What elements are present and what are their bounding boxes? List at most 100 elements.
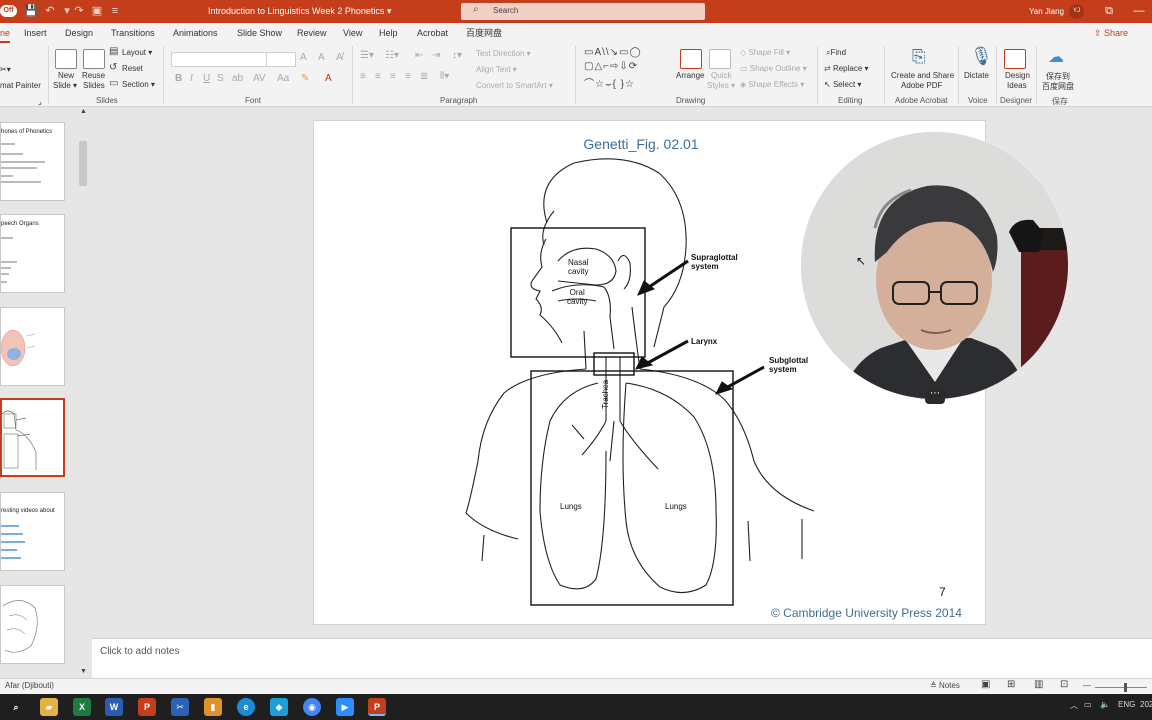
files-icon[interactable]: ▮ <box>204 698 222 716</box>
reuse-slides-icon[interactable] <box>83 49 105 69</box>
strikethrough-icon[interactable]: S <box>217 73 224 84</box>
slide-thumbnail-6[interactable]: peech Organs <box>0 214 65 293</box>
save-icon[interactable]: 💾 <box>24 4 38 18</box>
snipping-tool-icon[interactable]: ✂ <box>171 698 189 716</box>
zoom-slider[interactable] <box>1095 687 1147 688</box>
columns-icon[interactable]: ⫴▾ <box>440 71 449 82</box>
format-painter-button[interactable]: mat Painter <box>0 81 41 90</box>
clock[interactable]: 202 <box>1140 700 1152 709</box>
new-slide-label-1[interactable]: New <box>58 71 74 80</box>
align-right-icon[interactable]: ≡ <box>390 71 396 82</box>
find-button[interactable]: ⌕Find <box>826 48 846 58</box>
normal-view-icon[interactable]: ▣ <box>981 679 990 690</box>
clipboard-launcher-icon[interactable]: ⌟ <box>38 97 42 106</box>
word-icon[interactable]: W <box>105 698 123 716</box>
shapes-gallery-row2-icon[interactable]: ▢△⌐⇨⇩⟳ <box>584 61 638 72</box>
section-button[interactable]: Section ▾ <box>122 80 155 89</box>
select-button[interactable]: ↖ Select ▾ <box>824 80 861 89</box>
char-spacing-icon[interactable]: AV <box>253 73 266 84</box>
tab-slide-show[interactable]: Slide Show <box>237 23 282 43</box>
increase-indent-icon[interactable]: ⇥ <box>432 50 440 61</box>
redo-icon[interactable]: ↷ <box>72 4 86 18</box>
align-left-icon[interactable]: ≡ <box>360 71 366 82</box>
volume-icon[interactable]: 🔈 <box>1100 700 1110 709</box>
tab-help[interactable]: Help <box>379 23 398 43</box>
quick-styles-label-2[interactable]: Styles ▾ <box>707 81 735 90</box>
justify-icon[interactable]: ≡ <box>405 71 411 82</box>
shape-outline-button[interactable]: ▭ Shape Outline ▾ <box>740 64 807 73</box>
search-box[interactable]: ⌕ Search <box>461 3 705 20</box>
change-case-icon[interactable]: Aa <box>277 73 289 84</box>
tray-chevron-icon[interactable]: ︿ <box>1070 700 1078 711</box>
reuse-slides-label-1[interactable]: Reuse <box>82 71 105 80</box>
tab-review[interactable]: Review <box>297 23 327 43</box>
excel-icon[interactable]: X <box>73 698 91 716</box>
zoom-app-icon[interactable]: ▶ <box>336 698 354 716</box>
network-icon[interactable]: ▭ <box>1084 700 1092 709</box>
scroll-down-icon[interactable]: ▼ <box>80 668 87 675</box>
slide-thumbnail-10[interactable] <box>0 585 65 664</box>
decrease-font-icon[interactable]: A <box>318 52 325 63</box>
line-spacing-icon[interactable]: ↕▾ <box>452 50 462 61</box>
slide-thumbnail-8-selected[interactable] <box>0 398 65 477</box>
slide-sorter-icon[interactable]: ⊞ <box>1007 679 1015 690</box>
chrome-icon[interactable]: ◉ <box>303 698 321 716</box>
microphone-icon[interactable]: 🎙 <box>970 46 993 67</box>
font-size-input[interactable] <box>266 52 296 67</box>
tab-animations[interactable]: Animations <box>173 23 218 43</box>
shape-effects-button[interactable]: ◈ Shape Effects ▾ <box>740 80 804 89</box>
file-explorer-icon[interactable]: ▰ <box>40 698 58 716</box>
user-name[interactable]: Yan Jiang <box>1029 0 1064 23</box>
decrease-indent-icon[interactable]: ⇤ <box>415 50 423 61</box>
search-icon[interactable]: ⌕ <box>7 698 25 716</box>
minimize-icon[interactable]: — <box>1124 0 1152 23</box>
design-ideas-icon[interactable] <box>1004 49 1026 69</box>
underline-icon[interactable]: U <box>203 73 210 84</box>
replace-button[interactable]: ⇄ Replace ▾ <box>824 64 869 73</box>
create-pdf-label-2[interactable]: Adobe PDF <box>901 81 942 90</box>
bold-icon[interactable]: B <box>175 73 182 84</box>
customize-quick-access-icon[interactable]: ≡ <box>108 4 122 18</box>
italic-icon[interactable]: I <box>190 73 193 84</box>
clear-format-icon[interactable]: A̸ <box>336 52 343 63</box>
new-slide-label-2[interactable]: Slide ▾ <box>53 81 77 90</box>
powerpoint-active-icon[interactable]: P <box>368 698 386 716</box>
arrange-icon[interactable] <box>680 49 702 69</box>
zoom-out-icon[interactable]: — <box>1083 681 1091 690</box>
increase-font-icon[interactable]: A <box>300 52 307 63</box>
tab-insert[interactable]: Insert <box>24 23 47 43</box>
create-pdf-label-1[interactable]: Create and Share <box>891 71 954 80</box>
tab-design[interactable]: Design <box>65 23 93 43</box>
powerpoint-icon[interactable]: P <box>138 698 156 716</box>
reset-button[interactable]: Reset <box>122 64 143 73</box>
text-direction-button[interactable]: Text Direction ▾ <box>476 49 531 58</box>
notes-placeholder[interactable]: Click to add notes <box>100 646 180 657</box>
tab-home[interactable]: ne <box>0 23 11 43</box>
document-title[interactable]: Introduction to Linguistics Week 2 Phone… <box>208 0 391 23</box>
tab-acrobat[interactable]: Acrobat <box>417 23 448 43</box>
scrollbar-thumb[interactable] <box>79 141 87 186</box>
text-shadow-icon[interactable]: ab <box>232 73 243 84</box>
baidu-cloud-icon[interactable]: ☁ <box>1048 47 1064 67</box>
undo-icon[interactable]: ↶ <box>43 4 57 18</box>
distribute-icon[interactable]: ≣ <box>420 71 428 82</box>
new-slide-icon[interactable] <box>55 49 77 69</box>
shapes-gallery-row3-icon[interactable]: ⌒☆⌣{ }☆ <box>584 75 635 90</box>
convert-smartart-button[interactable]: Convert to SmartArt ▾ <box>476 81 553 90</box>
present-icon[interactable]: ▣ <box>90 4 104 18</box>
share-button[interactable]: ⇪ Share <box>1094 26 1137 41</box>
input-language[interactable]: ENG <box>1118 700 1135 709</box>
quick-styles-label-1[interactable]: Quick <box>711 71 731 80</box>
slide-thumbnail-5[interactable]: hones of Phonetics <box>0 122 65 201</box>
more-options-icon[interactable]: ⋯ <box>925 388 945 404</box>
language-status[interactable]: Afar (Djibouti) <box>5 681 54 690</box>
bullets-icon[interactable]: ☰▾ <box>360 50 374 61</box>
zoom-slider-thumb[interactable] <box>1124 683 1127 692</box>
tab-transitions[interactable]: Transitions <box>111 23 155 43</box>
autosave-toggle[interactable]: Off <box>0 5 17 17</box>
webcam-overlay[interactable] <box>801 132 1068 399</box>
avatar[interactable]: YJ <box>1069 4 1084 19</box>
tab-baidu[interactable]: 百度网盘 <box>466 23 502 43</box>
slide-thumbnail-7[interactable] <box>0 307 65 386</box>
font-color-icon[interactable]: A <box>325 73 332 84</box>
